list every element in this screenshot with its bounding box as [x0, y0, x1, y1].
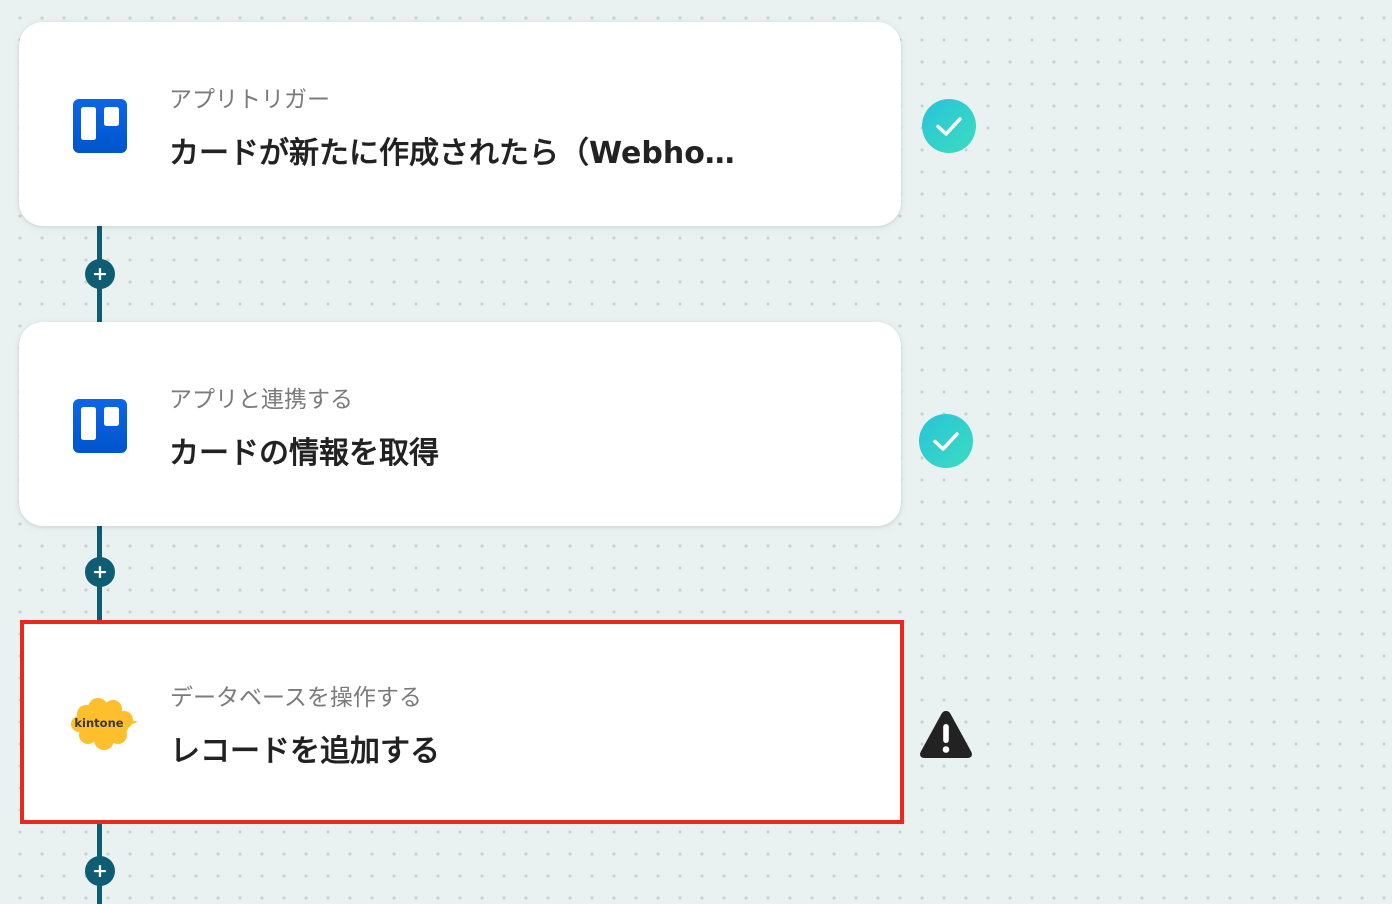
add-step-button[interactable]: + [85, 856, 115, 886]
add-step-button[interactable]: + [85, 557, 115, 587]
flow-step-card-database[interactable]: kintone データベースを操作する レコードを追加する [20, 620, 904, 824]
step-title: レコードを追加する [170, 734, 440, 769]
plus-icon: + [92, 561, 108, 583]
flow-step-card-action[interactable]: アプリと連携する カードの情報を取得 [19, 322, 901, 526]
warning-icon [920, 711, 972, 758]
success-check-icon [919, 414, 973, 468]
success-check-icon [922, 99, 976, 153]
add-step-button[interactable]: + [85, 259, 115, 289]
flow-step-card-trigger[interactable]: アプリトリガー カードが新たに作成されたら（Webho… [19, 22, 901, 226]
step-title: カードの情報を取得 [169, 436, 439, 471]
step-subtitle: アプリトリガー [169, 87, 330, 113]
plus-icon: + [92, 860, 108, 882]
kintone-logo: kintone [71, 698, 138, 750]
step-title: カードが新たに作成されたら（Webho… [169, 136, 735, 171]
trello-icon [73, 399, 127, 453]
step-subtitle: アプリと連携する [169, 387, 353, 413]
step-subtitle: データベースを操作する [170, 685, 422, 711]
trello-icon [73, 99, 127, 153]
plus-icon: + [92, 263, 108, 285]
svg-text:kintone: kintone [74, 716, 123, 730]
